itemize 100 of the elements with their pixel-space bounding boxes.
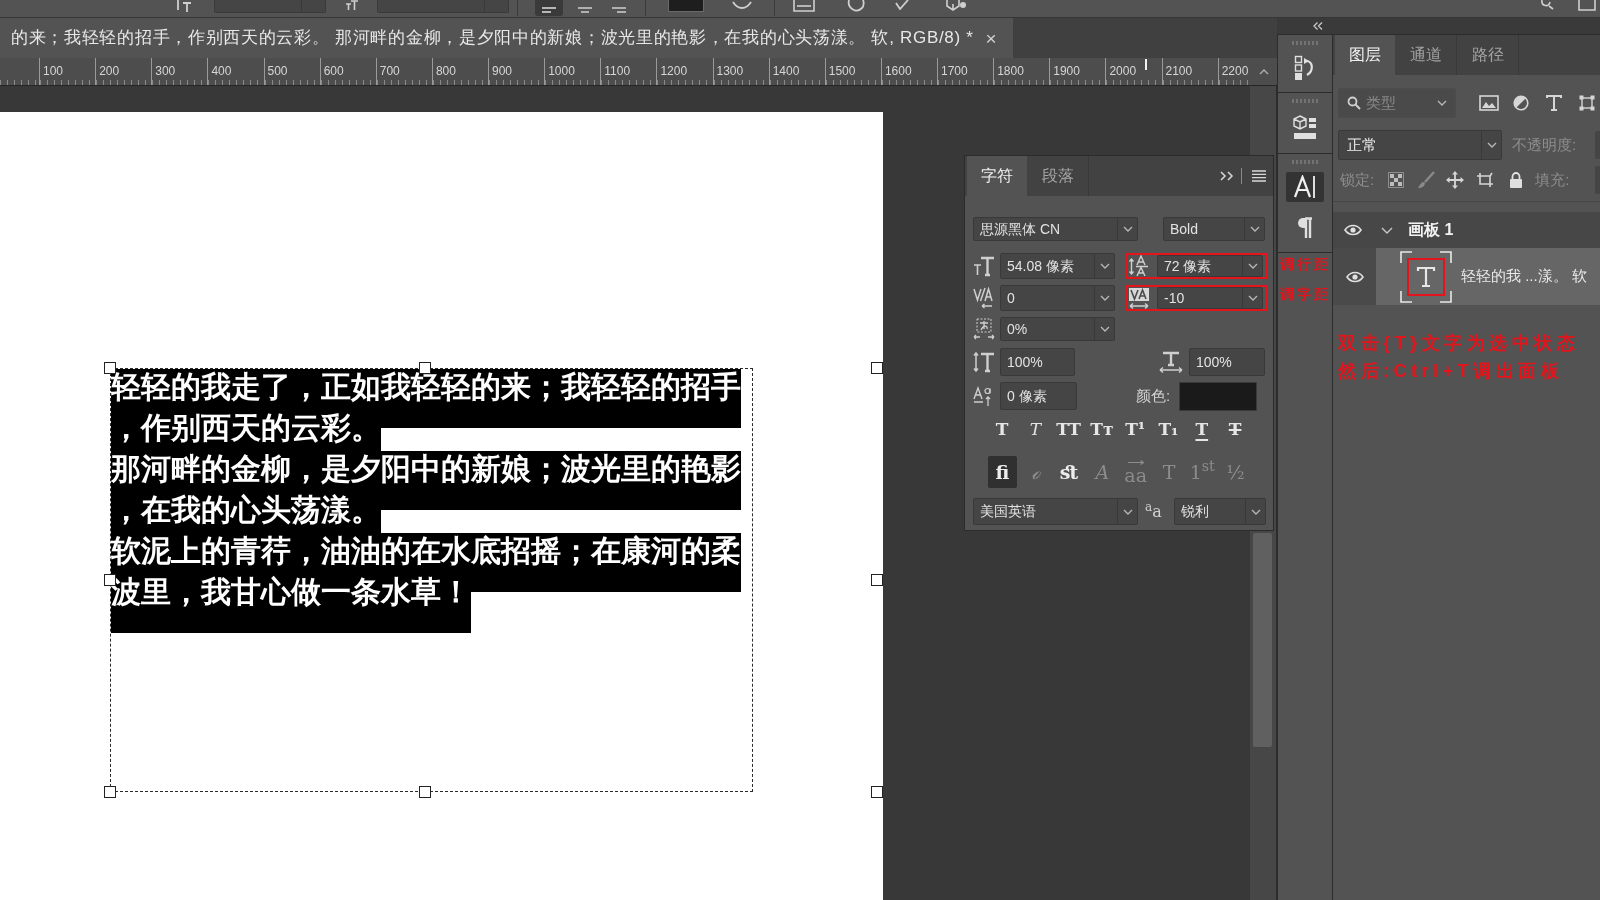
font-size-icon[interactable] (345, 0, 359, 10)
font-style-dropdown[interactable]: Bold (1163, 217, 1265, 241)
double-chevron-right-icon[interactable] (1220, 171, 1234, 181)
ruler-label: 2000 (1109, 64, 1137, 78)
faux-bold-button[interactable]: T (987, 417, 1017, 442)
tracking-field[interactable]: -10 (1157, 287, 1263, 309)
panel-tab[interactable]: 字符 (967, 156, 1027, 196)
ruler-label: 800 (435, 64, 456, 78)
text-layer-row[interactable]: 轻轻的我 ...漾。 软 (1376, 248, 1600, 305)
superscript-button[interactable]: T¹ (1120, 417, 1151, 442)
small-caps-button[interactable]: Tᴛ (1086, 417, 1117, 442)
resize-handle[interactable] (104, 362, 116, 374)
resize-handle[interactable] (419, 786, 431, 798)
kerning-field[interactable]: 0 (1000, 285, 1115, 311)
color-label: 颜色: (1136, 385, 1171, 406)
workspace-icon[interactable] (1578, 0, 1596, 12)
discretionary-button[interactable]: ﬆ (1054, 456, 1084, 488)
ruler-label: 100 (43, 64, 64, 78)
annotation-note: 调字距 (1278, 286, 1332, 302)
artboard-name: 画板 1 (1408, 220, 1454, 240)
image-icon[interactable] (1479, 95, 1499, 111)
align-right-icon[interactable] (611, 7, 627, 13)
antialias-dropdown[interactable]: 锐利 (1174, 498, 1266, 525)
font-family-dropdown[interactable]: 思源黑体 CN (973, 217, 1138, 241)
font-size-field[interactable]: 54.08 像素 (1000, 253, 1115, 279)
collapse-panels-icon[interactable] (1313, 22, 1323, 30)
corner-brackets-icon (1400, 250, 1452, 303)
ligatures-button[interactable]: fi (988, 456, 1017, 488)
eye-icon[interactable] (1345, 270, 1364, 283)
artboard-layer-row[interactable]: 画板 1 (1333, 212, 1600, 248)
text-orientation-icon[interactable] (176, 0, 192, 12)
panel-tab[interactable]: 路径 (1457, 35, 1519, 75)
crop-icon[interactable] (1476, 172, 1495, 188)
half-circle-icon[interactable] (1513, 95, 1529, 111)
strikethrough-button[interactable]: T (1220, 417, 1251, 442)
menu-icon[interactable] (1252, 170, 1266, 182)
panel-grip[interactable] (1292, 160, 1318, 164)
antialias-label: $^{a}$a (1145, 499, 1163, 523)
ruler-label: 1400 (772, 64, 800, 78)
document-tab[interactable]: 的来；我轻轻的招手，作别西天的云彩。 那河畔的金柳，是夕阳中的新娘；波光里的艳影，在我的心头荡漾。 软, RGB/8) * × (0, 18, 1013, 58)
chevron-down-icon (1122, 226, 1133, 232)
ruler-label: 1800 (997, 64, 1024, 78)
language-dropdown[interactable]: 美国英语 (973, 498, 1138, 525)
resize-handle[interactable] (871, 574, 883, 586)
arrow-right-icon (1126, 459, 1145, 465)
resize-handle[interactable] (871, 362, 883, 374)
underline-button[interactable]: T (1186, 417, 1217, 442)
annotation-note: 双击{T}文字为选中状态 (1338, 332, 1580, 354)
align-center-icon[interactable] (577, 7, 593, 13)
check-icon[interactable] (895, 0, 909, 10)
cube-icon[interactable] (945, 0, 967, 12)
text-color-swatch[interactable] (668, 0, 704, 12)
letter-t-icon[interactable] (1546, 95, 1562, 111)
horizontal-scale-field[interactable]: 100% (1189, 348, 1265, 376)
shape-icon[interactable] (1579, 95, 1595, 111)
ruler-label: 2100 (1165, 64, 1193, 78)
caret-up-icon (1258, 68, 1269, 75)
scroll-up-button[interactable] (1250, 58, 1277, 86)
close-button[interactable]: × (985, 28, 997, 48)
resize-handle[interactable] (871, 786, 883, 798)
ruler-label: 1200 (660, 64, 688, 78)
padlock-icon[interactable] (1509, 172, 1524, 188)
text-bounding-box[interactable]: 轻轻的我走了，正如我轻轻的来；我轻轻的招手 ，作别西天的云彩。 那河畔的金柳，是夕阳中的新娘；波光里的艳影 ，在我的心头荡漾。 软泥上的青荇，油油的在水底招摇；在康河的柔 波里，我甘心做一条水草！ (110, 368, 753, 792)
resize-handle[interactable] (104, 786, 116, 798)
eye-icon[interactable] (1344, 224, 1362, 236)
chevron-down-icon (1099, 326, 1110, 332)
character-panel-button[interactable] (1286, 172, 1324, 202)
faux-italic-button[interactable]: T (1020, 417, 1051, 442)
tsume-field[interactable]: 0% (1000, 317, 1115, 341)
ruler-label: 1600 (884, 64, 912, 78)
leading-field[interactable]: 72 像素 (1157, 255, 1263, 277)
tsume-icon (973, 318, 995, 340)
ruler-label: 1100 (604, 64, 631, 78)
blend-mode-dropdown[interactable]: 正常 (1338, 130, 1502, 160)
color-swatch[interactable] (1179, 381, 1258, 411)
panel-toggle-icon[interactable] (793, 0, 815, 12)
cursor-position-marker (1145, 59, 1147, 70)
panel-grip[interactable] (1292, 41, 1318, 45)
ruler-label: 1700 (941, 64, 968, 78)
chevron-down-icon (1437, 100, 1447, 106)
subscript-button[interactable]: T₁ (1153, 417, 1184, 442)
align-left-button[interactable] (535, 0, 563, 16)
panel-tab[interactable]: 段落 (1027, 156, 1089, 196)
panel-grip[interactable] (1292, 99, 1318, 103)
letter-t-icon (1416, 265, 1436, 288)
warp-text-icon[interactable] (732, 0, 752, 10)
move-icon[interactable] (1446, 171, 1465, 189)
all-caps-button[interactable]: TT (1053, 417, 1084, 442)
ruler-label: 2200 (1221, 64, 1249, 78)
panel-tab[interactable]: 通道 (1395, 35, 1457, 75)
ruler-label: 600 (323, 64, 344, 78)
scrollbar-thumb[interactable] (1253, 533, 1272, 747)
vertical-scale-field[interactable]: 100% (1000, 348, 1075, 376)
search-icon[interactable] (1540, 0, 1554, 10)
panel-tab[interactable]: 图层 (1335, 35, 1395, 75)
chevron-down-icon (1249, 226, 1260, 232)
letter-a-icon (1293, 175, 1317, 199)
baseline-shift-field[interactable]: 0 像素 (1000, 382, 1077, 410)
checkerboard-icon[interactable] (1388, 172, 1405, 188)
resize-handle[interactable] (419, 362, 431, 374)
